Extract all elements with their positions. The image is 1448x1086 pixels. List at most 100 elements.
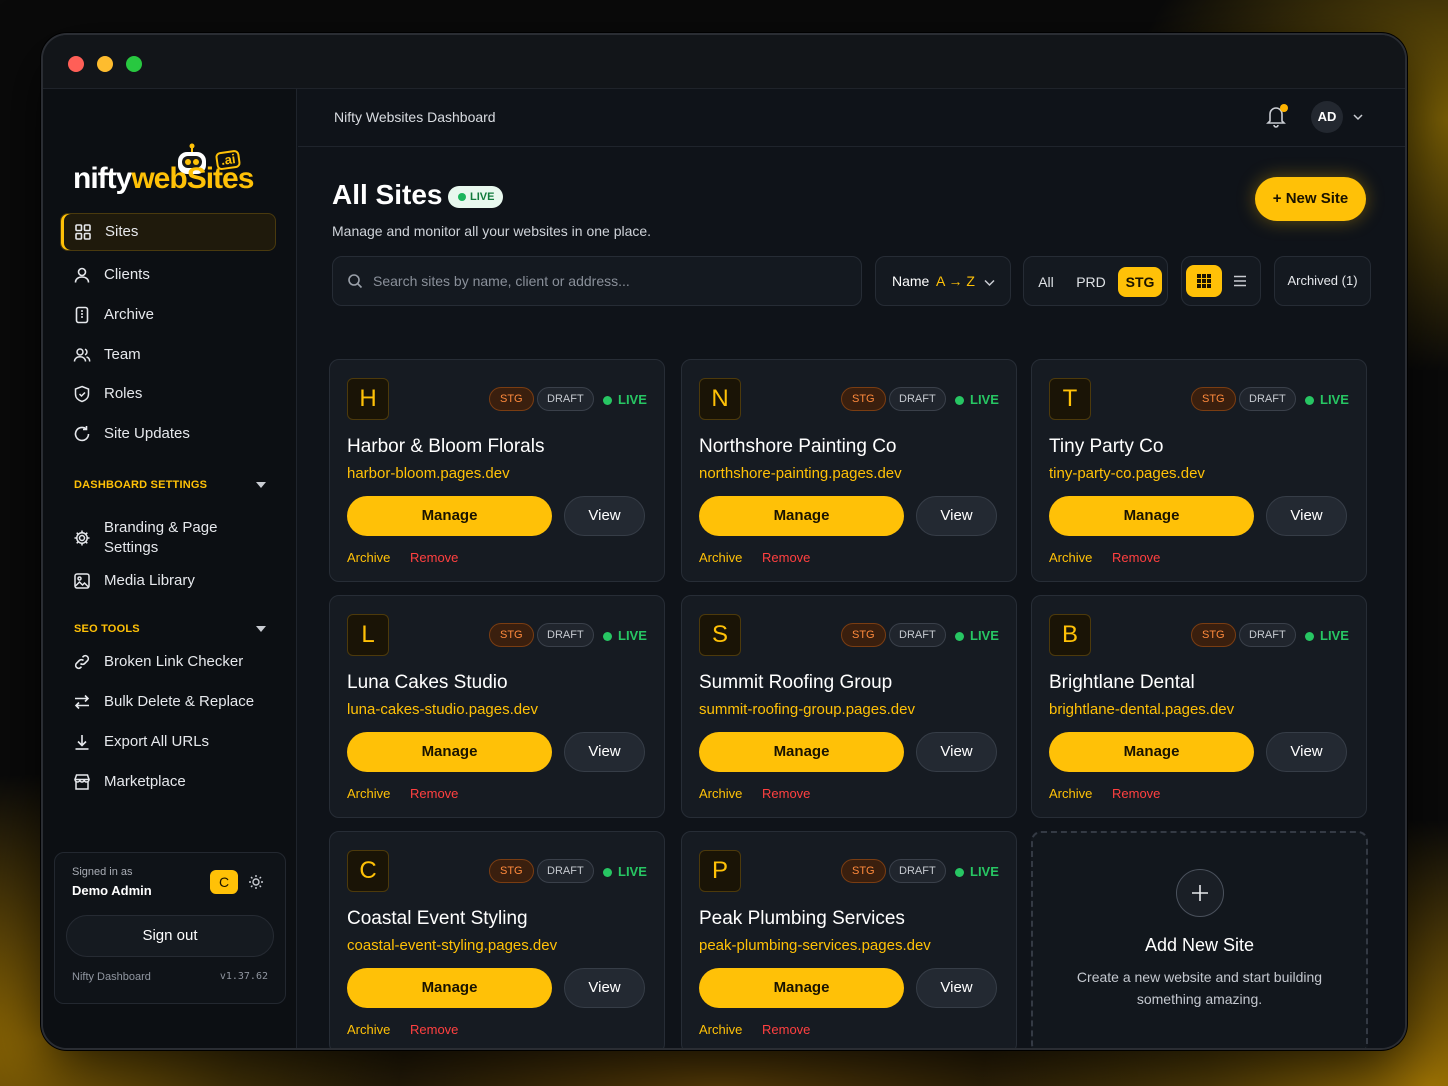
- chevron-down-icon[interactable]: [1353, 112, 1363, 122]
- sun-icon[interactable]: [246, 872, 266, 892]
- site-card[interactable]: B STG DRAFT LIVE Brightlane Dental brightlane…: [1031, 595, 1367, 818]
- manage-button[interactable]: Manage: [347, 968, 552, 1008]
- chevron-down-icon: [256, 482, 266, 488]
- manage-button[interactable]: Manage: [347, 732, 552, 772]
- site-avatar: T: [1049, 378, 1091, 420]
- breadcrumb[interactable]: Nifty Websites Dashboard: [334, 109, 496, 125]
- draft-badge: DRAFT: [889, 387, 946, 411]
- stg-badge: STG: [841, 623, 886, 647]
- environment-filter: All PRD STG: [1023, 256, 1168, 306]
- live-status: LIVE: [955, 628, 999, 643]
- filter-stg[interactable]: STG: [1118, 267, 1162, 297]
- view-button[interactable]: View: [564, 732, 645, 772]
- site-url-link[interactable]: harbor-bloom.pages.dev: [347, 465, 510, 482]
- sidebar-item-label: Marketplace: [104, 773, 186, 790]
- avatar[interactable]: AD: [1311, 101, 1343, 133]
- manage-button[interactable]: Manage: [699, 496, 904, 536]
- site-card[interactable]: N STG DRAFT LIVE Northshore Painting Co north…: [681, 359, 1017, 582]
- sidebar-item-bulk-delete[interactable]: Bulk Delete & Replace: [60, 683, 276, 721]
- site-url-link[interactable]: northshore-painting.pages.dev: [699, 465, 902, 482]
- archive-link[interactable]: Archive: [1049, 786, 1092, 801]
- sign-out-button[interactable]: Sign out: [66, 915, 274, 957]
- sidebar-item-label: Roles: [104, 385, 143, 402]
- site-url-link[interactable]: luna-cakes-studio.pages.dev: [347, 701, 538, 718]
- site-card[interactable]: C STG DRAFT LIVE Coastal Event Styling coasta…: [329, 831, 665, 1048]
- theme-toggle-button[interactable]: C: [210, 870, 238, 894]
- sidebar-item-media-library[interactable]: Media Library: [60, 562, 276, 600]
- remove-link[interactable]: Remove: [410, 550, 458, 565]
- seo-tools-header[interactable]: SEO TOOLS: [74, 623, 266, 635]
- site-card[interactable]: H STG DRAFT LIVE Harbor & Bloom Florals harbo…: [329, 359, 665, 582]
- remove-link[interactable]: Remove: [410, 786, 458, 801]
- logo[interactable]: .ai niftywebSites: [73, 125, 273, 195]
- site-url-link[interactable]: tiny-party-co.pages.dev: [1049, 465, 1205, 482]
- archive-link[interactable]: Archive: [347, 550, 390, 565]
- site-url-link[interactable]: summit-roofing-group.pages.dev: [699, 701, 915, 718]
- sidebar-item-clients[interactable]: Clients: [60, 256, 276, 294]
- image-icon: [74, 573, 90, 589]
- remove-link[interactable]: Remove: [762, 1022, 810, 1037]
- sidebar-item-export-urls[interactable]: Export All URLs: [60, 723, 276, 761]
- site-url-link[interactable]: brightlane-dental.pages.dev: [1049, 701, 1234, 718]
- maximize-window-button[interactable]: [126, 56, 142, 72]
- manage-button[interactable]: Manage: [699, 968, 904, 1008]
- add-button[interactable]: [1176, 869, 1224, 917]
- filter-prd[interactable]: PRD: [1070, 267, 1112, 297]
- filter-all[interactable]: All: [1030, 267, 1062, 297]
- view-button[interactable]: View: [564, 496, 645, 536]
- live-status: LIVE: [603, 628, 647, 643]
- sidebar-item-roles[interactable]: Roles: [60, 375, 276, 413]
- site-name: Brightlane Dental: [1049, 672, 1195, 693]
- search-input[interactable]: Search sites by name, client or address.…: [332, 256, 862, 306]
- archive-link[interactable]: Archive: [699, 550, 742, 565]
- site-card[interactable]: T STG DRAFT LIVE Tiny Party Co tiny-party-co.…: [1031, 359, 1367, 582]
- remove-link[interactable]: Remove: [1112, 550, 1160, 565]
- archive-link[interactable]: Archive: [347, 1022, 390, 1037]
- sidebar-item-team[interactable]: Team: [60, 336, 276, 374]
- archive-link[interactable]: Archive: [699, 1022, 742, 1037]
- remove-link[interactable]: Remove: [410, 1022, 458, 1037]
- sidebar-item-marketplace[interactable]: Marketplace: [60, 763, 276, 801]
- sidebar-item-sites[interactable]: Sites: [60, 213, 276, 251]
- sidebar-item-broken-link-checker[interactable]: Broken Link Checker: [60, 643, 276, 681]
- add-new-site-card[interactable]: Add New Site Create a new website and st…: [1031, 831, 1368, 1048]
- grid-view-button[interactable]: [1186, 265, 1222, 297]
- archive-link[interactable]: Archive: [1049, 550, 1092, 565]
- remove-link[interactable]: Remove: [762, 786, 810, 801]
- sidebar-item-archive[interactable]: Archive: [60, 296, 276, 334]
- sort-dropdown[interactable]: Name A → Z: [875, 256, 1011, 306]
- view-button[interactable]: View: [564, 968, 645, 1008]
- draft-badge: DRAFT: [889, 623, 946, 647]
- close-window-button[interactable]: [68, 56, 84, 72]
- new-site-button[interactable]: + New Site: [1255, 177, 1366, 221]
- site-card[interactable]: S STG DRAFT LIVE Summit Roofing Group summit-…: [681, 595, 1017, 818]
- site-url-link[interactable]: coastal-event-styling.pages.dev: [347, 937, 557, 954]
- site-url-link[interactable]: peak-plumbing-services.pages.dev: [699, 937, 931, 954]
- site-card[interactable]: L STG DRAFT LIVE Luna Cakes Studio luna-cakes…: [329, 595, 665, 818]
- remove-link[interactable]: Remove: [1112, 786, 1160, 801]
- remove-link[interactable]: Remove: [762, 550, 810, 565]
- view-button[interactable]: View: [916, 496, 997, 536]
- site-avatar: P: [699, 850, 741, 892]
- site-card[interactable]: P STG DRAFT LIVE Peak Plumbing Services peak-…: [681, 831, 1017, 1048]
- view-button[interactable]: View: [916, 732, 997, 772]
- minimize-window-button[interactable]: [97, 56, 113, 72]
- view-button[interactable]: View: [1266, 732, 1347, 772]
- archive-link[interactable]: Archive: [347, 786, 390, 801]
- view-toggle: [1181, 256, 1261, 306]
- dashboard-settings-header[interactable]: DASHBOARD SETTINGS: [74, 479, 266, 491]
- manage-button[interactable]: Manage: [1049, 732, 1254, 772]
- draft-badge: DRAFT: [889, 859, 946, 883]
- manage-button[interactable]: Manage: [699, 732, 904, 772]
- live-status: LIVE: [603, 864, 647, 879]
- sidebar-item-site-updates[interactable]: Site Updates: [60, 415, 276, 453]
- manage-button[interactable]: Manage: [1049, 496, 1254, 536]
- archive-link[interactable]: Archive: [699, 786, 742, 801]
- sidebar-item-branding[interactable]: Branding & Page Settings: [60, 510, 276, 566]
- live-status: LIVE: [603, 392, 647, 407]
- manage-button[interactable]: Manage: [347, 496, 552, 536]
- view-button[interactable]: View: [1266, 496, 1347, 536]
- archived-filter-button[interactable]: Archived (1): [1274, 256, 1371, 306]
- view-button[interactable]: View: [916, 968, 997, 1008]
- list-view-button[interactable]: [1222, 265, 1258, 297]
